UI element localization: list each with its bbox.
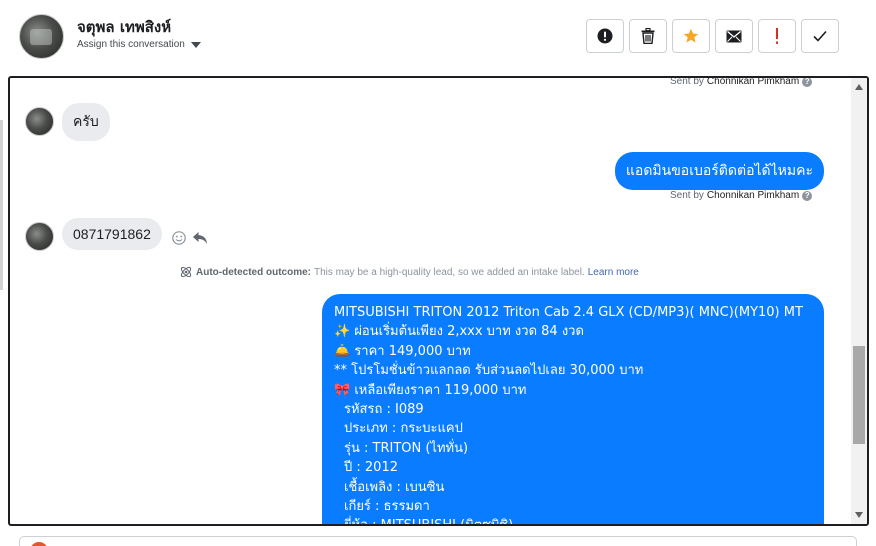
help-icon[interactable]: ? <box>802 78 813 87</box>
trash-icon <box>641 28 655 44</box>
listing-title: MITSUBISHI TRITON 2012 Triton Cab 2.4 GL… <box>334 305 803 320</box>
scrollbar-thumb[interactable] <box>853 346 865 444</box>
contact-avatar[interactable] <box>19 14 64 59</box>
star-icon <box>683 28 699 43</box>
sent-by-label: Sent by Chonnikan Pimkham ? <box>670 190 813 201</box>
listing-line: 🎀 เหลือเพียงราคา 119,000 บาท <box>334 382 527 398</box>
outgoing-listing-message[interactable]: MITSUBISHI TRITON 2012 Triton Cab 2.4 GL… <box>322 294 824 526</box>
message-thread[interactable]: Sent by Chonnikan Pimkham ? ครับ แอดมินข… <box>8 76 869 526</box>
auto-detected-outcome: Auto-detected outcome: This may be a hig… <box>179 265 639 279</box>
contact-avatar-small[interactable] <box>25 107 54 136</box>
message-tools <box>172 231 208 245</box>
incoming-message[interactable]: 0871791862 <box>62 218 162 250</box>
info-button[interactable] <box>586 19 624 53</box>
scroll-down-arrow[interactable] <box>855 512 863 518</box>
auto-outcome-title: Auto-detected outcome: <box>196 266 311 278</box>
assign-label: Assign this conversation <box>77 39 185 50</box>
exclamation-circle-icon <box>597 28 613 44</box>
done-button[interactable] <box>801 19 839 53</box>
delete-button[interactable] <box>629 19 667 53</box>
mail-button[interactable] <box>715 19 753 53</box>
atom-icon <box>180 266 192 278</box>
auto-outcome-text: This may be a high-quality lead, so we a… <box>314 266 585 278</box>
chevron-down-icon <box>190 41 201 48</box>
smiley-icon[interactable] <box>172 231 186 245</box>
contact-name[interactable]: จตุพล เทพสิงห์ <box>77 15 171 39</box>
scroll-up-arrow[interactable] <box>855 84 863 90</box>
listing-line: 🛎️ ราคา 149,000 บาท <box>334 343 471 359</box>
learn-more-link[interactable]: Learn more <box>588 267 639 278</box>
listing-line: ยี่ห้อ : MITSUBISHI (มิตซูบิชิ) <box>344 518 514 526</box>
message-composer[interactable] <box>19 536 857 546</box>
listing-line: เชื้อเพลิง : เบนซิน <box>344 479 445 495</box>
listing-line: ปี : 2012 <box>344 460 398 476</box>
header-actions <box>586 19 839 53</box>
sent-by-label: Sent by Chonnikan Pimkham ? <box>670 76 813 87</box>
help-icon[interactable]: ? <box>802 190 813 201</box>
contact-avatar-small[interactable] <box>25 222 54 251</box>
composer-avatar <box>30 542 48 546</box>
conversation-page: จตุพล เทพสิงห์ Assign this conversation <box>0 0 876 546</box>
listing-line: ** โปรโมชั่นข้าวแลกลด รับส่วนลดไปเลย 30,… <box>334 363 644 379</box>
conversation-header: จตุพล เทพสิงห์ Assign this conversation <box>0 0 876 76</box>
listing-line: เกียร์ : ธรรมดา <box>344 499 430 515</box>
listing-line: ✨ ผ่อนเริ่มต้นเพียง 2,xxx บาท งวด 84 งวด <box>334 324 584 340</box>
listing-line: รหัสรถ : I089 <box>344 402 424 418</box>
exclamation-icon <box>776 28 778 44</box>
sender-name: Chonnikan Pimkham <box>706 76 800 87</box>
listing-line: ประเภท : กระบะแคป <box>344 421 463 437</box>
outgoing-message[interactable]: แอดมินขอเบอร์ติดต่อได้ไหมคะ <box>614 152 824 190</box>
envelope-icon <box>726 30 742 42</box>
incoming-message[interactable]: ครับ <box>62 103 110 141</box>
star-button[interactable] <box>672 19 710 53</box>
left-panel-edge <box>0 120 3 290</box>
scrollbar[interactable] <box>851 78 867 524</box>
assign-conversation-dropdown[interactable]: Assign this conversation <box>77 39 201 50</box>
flag-important-button[interactable] <box>758 19 796 53</box>
reply-icon[interactable] <box>192 231 208 245</box>
checkmark-icon <box>813 30 827 42</box>
listing-line: รุ่น : TRITON (ไททั่น) <box>344 440 469 456</box>
sender-name: Chonnikan Pimkham <box>706 190 800 201</box>
